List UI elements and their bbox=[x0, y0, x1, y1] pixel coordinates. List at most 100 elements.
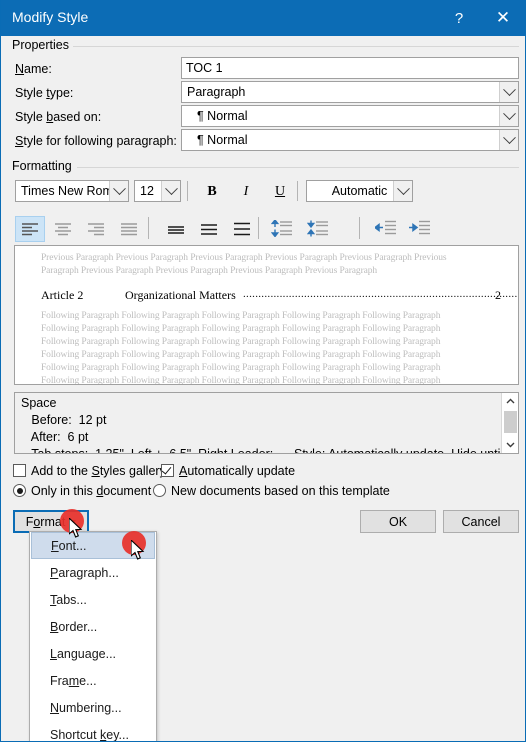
menu-item-language[interactable]: Language... bbox=[30, 640, 156, 667]
cancel-button[interactable]: Cancel bbox=[443, 510, 519, 533]
preview-previous-line-2: Paragraph Previous Paragraph Previous Pa… bbox=[41, 266, 378, 276]
menu-item-border[interactable]: Border... bbox=[30, 613, 156, 640]
preview-leader-dots: ........................................… bbox=[243, 288, 519, 300]
preview-following-line: Following Paragraph Following Paragraph … bbox=[41, 376, 441, 385]
menu-item-label: Font... bbox=[51, 538, 87, 553]
chevron-down-icon[interactable] bbox=[109, 181, 128, 201]
preview-following-line: Following Paragraph Following Paragraph … bbox=[41, 363, 441, 373]
style-type-value: Paragraph bbox=[187, 85, 246, 99]
style-preview: Previous Paragraph Previous Paragraph Pr… bbox=[14, 245, 519, 385]
automatically-update-label: Automatically update bbox=[179, 464, 296, 478]
line-spacing-1-5-button[interactable] bbox=[194, 216, 224, 242]
style-following-paragraph-value: ¶ Normal bbox=[197, 133, 248, 147]
cancel-button-label: Cancel bbox=[461, 514, 501, 529]
menu-item-label: Language... bbox=[50, 646, 117, 661]
formatting-group-label: Formatting bbox=[9, 159, 75, 173]
font-family-combo[interactable]: Times New Romar bbox=[15, 180, 129, 202]
decrease-paragraph-spacing-icon bbox=[307, 220, 328, 236]
align-left-icon bbox=[22, 223, 38, 236]
preview-previous-line-1: Previous Paragraph Previous Paragraph Pr… bbox=[41, 253, 447, 263]
ok-button-label: OK bbox=[388, 514, 408, 529]
name-input-value: TOC 1 bbox=[186, 61, 223, 75]
menu-item-label: Border... bbox=[50, 619, 98, 634]
help-icon[interactable]: ? bbox=[437, 0, 481, 36]
description-scrollbar[interactable] bbox=[501, 393, 518, 453]
chevron-down-icon[interactable] bbox=[161, 181, 180, 201]
italic-button[interactable]: I bbox=[231, 179, 261, 205]
name-input[interactable]: TOC 1 bbox=[181, 57, 519, 79]
style-following-paragraph-label: Style for following paragraph: bbox=[15, 134, 177, 148]
close-icon[interactable]: ✕ bbox=[481, 0, 525, 36]
style-description-box: Space Before: 12 pt After: 6 pt Tab stop… bbox=[14, 392, 519, 454]
increase-paragraph-spacing-button[interactable] bbox=[267, 215, 297, 241]
line-spacing-double-button[interactable] bbox=[227, 216, 257, 242]
scrollbar-thumb[interactable] bbox=[504, 411, 517, 433]
toolbar-separator bbox=[148, 217, 149, 239]
underline-button[interactable]: U bbox=[265, 179, 295, 205]
toolbar-separator bbox=[359, 217, 360, 239]
page-title: Modify Style bbox=[12, 9, 89, 25]
menu-item-label: Paragraph... bbox=[50, 565, 119, 580]
scroll-up-icon[interactable] bbox=[502, 393, 518, 410]
preview-article-label: Article 2 bbox=[41, 288, 84, 302]
line-spacing-double-icon bbox=[234, 222, 250, 236]
mouse-cursor-icon bbox=[69, 518, 83, 538]
automatically-update-checkbox[interactable] bbox=[161, 464, 174, 477]
bold-button[interactable]: B bbox=[197, 179, 227, 205]
preview-following-line: Following Paragraph Following Paragraph … bbox=[41, 324, 441, 334]
style-based-on-combo[interactable]: ¶ Normal bbox=[181, 105, 519, 127]
name-label: Name: bbox=[15, 62, 52, 76]
only-in-this-document-radio[interactable] bbox=[13, 484, 26, 497]
description-line: Tab stops: 1.25", Left + 6.5", Right,Lea… bbox=[21, 447, 519, 454]
add-to-styles-gallery-label: Add to the Styles gallery bbox=[31, 464, 166, 478]
add-to-styles-gallery-checkbox[interactable] bbox=[13, 464, 26, 477]
format-dropdown-menu: Font... Paragraph... Tabs... Border... L… bbox=[29, 531, 157, 742]
font-size-combo[interactable]: 12 bbox=[134, 180, 181, 202]
align-right-button[interactable] bbox=[81, 216, 111, 242]
chevron-down-icon[interactable] bbox=[499, 130, 518, 150]
preview-page-number: 2 bbox=[495, 288, 501, 302]
menu-item-frame[interactable]: Frame... bbox=[30, 667, 156, 694]
menu-item-label: Frame... bbox=[50, 673, 97, 688]
align-right-icon bbox=[88, 223, 104, 236]
menu-item-paragraph[interactable]: Paragraph... bbox=[30, 559, 156, 586]
preview-article-title: Organizational Matters bbox=[125, 288, 236, 302]
bold-label: B bbox=[207, 184, 217, 199]
increase-indent-button[interactable] bbox=[405, 215, 435, 241]
description-line: After: 6 pt bbox=[21, 430, 89, 444]
align-left-button[interactable] bbox=[15, 216, 45, 242]
toolbar-separator bbox=[297, 181, 298, 201]
italic-label: I bbox=[243, 184, 249, 199]
modify-style-dialog: Modify Style ? ✕ Properties Name: TOC 1 … bbox=[0, 0, 526, 742]
chevron-down-icon[interactable] bbox=[393, 181, 412, 201]
align-center-button[interactable] bbox=[48, 216, 78, 242]
chevron-down-icon[interactable] bbox=[499, 82, 518, 102]
scroll-down-icon[interactable] bbox=[502, 436, 518, 453]
style-type-label: Style type: bbox=[15, 86, 74, 100]
align-justify-button[interactable] bbox=[114, 216, 144, 242]
decrease-paragraph-spacing-button[interactable] bbox=[303, 215, 333, 241]
underline-label: U bbox=[274, 184, 286, 199]
formatting-group-divider bbox=[77, 167, 519, 168]
style-following-paragraph-combo[interactable]: ¶ Normal bbox=[181, 129, 519, 151]
preview-following-line: Following Paragraph Following Paragraph … bbox=[41, 337, 441, 347]
toolbar-separator bbox=[187, 181, 188, 201]
line-spacing-single-button[interactable] bbox=[161, 216, 191, 242]
decrease-indent-icon bbox=[375, 220, 396, 235]
font-color-combo[interactable]: Automatic bbox=[306, 180, 413, 202]
decrease-indent-button[interactable] bbox=[371, 215, 401, 241]
style-based-on-label: Style based on: bbox=[15, 110, 102, 124]
menu-item-tabs[interactable]: Tabs... bbox=[30, 586, 156, 613]
description-line: Before: 12 pt bbox=[21, 413, 107, 427]
chevron-down-icon[interactable] bbox=[499, 106, 518, 126]
ok-button[interactable]: OK bbox=[360, 510, 436, 533]
menu-item-numbering[interactable]: Numbering... bbox=[30, 694, 156, 721]
style-based-on-value: ¶ Normal bbox=[197, 109, 248, 123]
line-spacing-single-icon bbox=[168, 226, 184, 234]
menu-item-label: Numbering... bbox=[50, 700, 122, 715]
new-documents-template-radio[interactable] bbox=[153, 484, 166, 497]
style-type-combo[interactable]: Paragraph bbox=[181, 81, 519, 103]
menu-item-shortcut-key[interactable]: Shortcut key... bbox=[30, 721, 156, 742]
title-bar: Modify Style ? ✕ bbox=[1, 0, 525, 36]
properties-group-divider bbox=[73, 46, 519, 47]
